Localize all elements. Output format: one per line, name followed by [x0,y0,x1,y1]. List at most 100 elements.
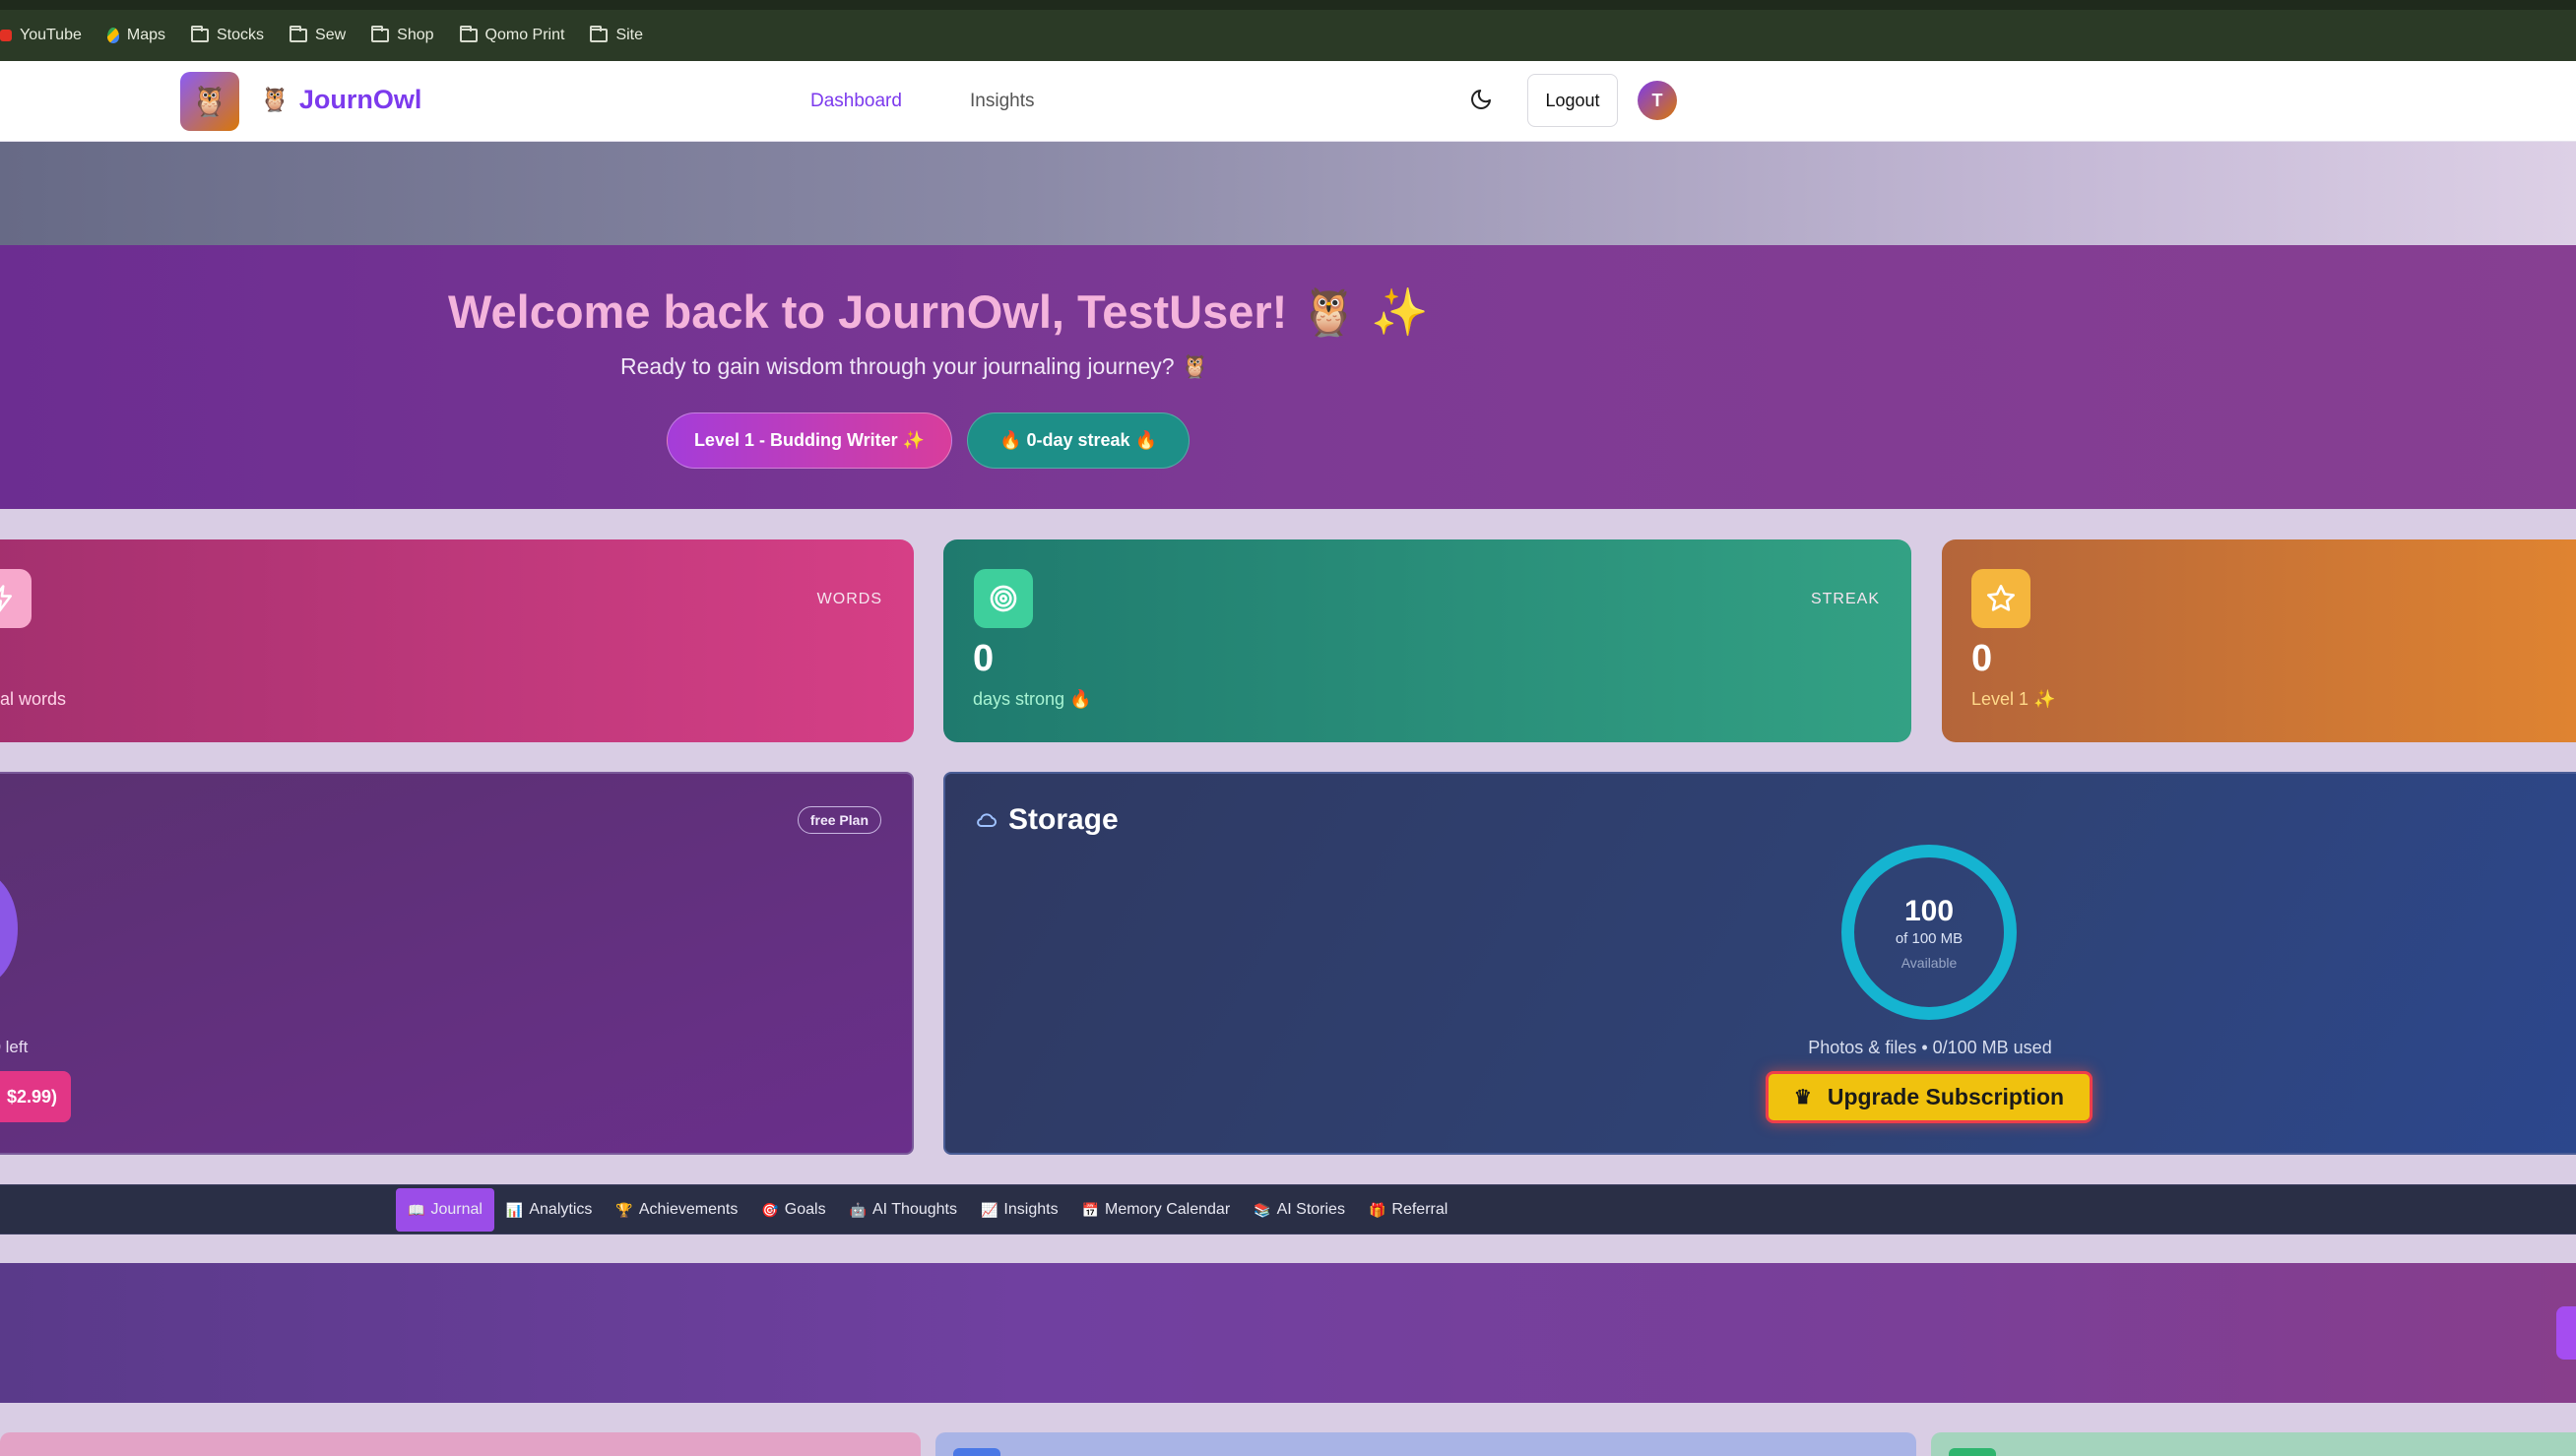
nav-dashboard[interactable]: Dashboard [810,91,902,112]
words-stat-card: WORDS al words [0,539,914,742]
stat-subtext: days strong 🔥 [973,689,1092,709]
folder-icon [459,26,478,42]
bookmark-shop[interactable]: Shop [371,26,434,44]
bookmark-label: Maps [126,27,165,43]
storage-donut: 100 of 100 MB Available [1841,845,2017,1020]
folder-icon [191,26,209,42]
folder-icon [371,26,390,42]
cloud-icon [977,813,998,828]
tab-referral[interactable]: 🎁 Referral [1357,1188,1459,1232]
tab-goals[interactable]: 🎯 Goals [749,1188,837,1232]
journal-banner [0,1263,2576,1403]
tab-label: Insights [1003,1201,1059,1218]
robot-icon: 🤖 [849,1201,867,1218]
books-icon: 📚 [1254,1201,1271,1218]
streak-badge: 🔥 0-day streak 🔥 [967,412,1190,469]
storage-total: of 100 MB [1895,929,1964,947]
tab-label: Referral [1391,1201,1449,1218]
plan-badge: free Plan [797,806,881,834]
calendar-icon: 📅 [1081,1201,1099,1218]
moon-icon[interactable] [1469,88,1493,111]
bookmark-label: Qomo Print [484,27,565,43]
bookmark-qomo-print[interactable]: Qomo Print [459,26,565,44]
bookmark-stocks[interactable]: Stocks [191,26,265,44]
stat-value: 0 [973,638,995,679]
stat-subtext: al words [0,689,67,709]
welcome-hero: Welcome back to JournOwl, TestUser! 🦉 ✨ … [0,245,2576,509]
dashboard-tabs: 📖 Journal 📊 Analytics 🏆 Achievements 🎯 Goals… [0,1184,2576,1234]
bookmark-youtube[interactable]: YouTube [0,27,82,44]
level-badge: Level 1 - Budding Writer ✨ [667,412,952,469]
bookmark-label: Site [615,27,644,43]
tab-ai-thoughts[interactable]: 🤖 AI Thoughts [838,1188,969,1232]
stat-label: STREAK [1810,591,1880,607]
upgrade-label: Upgrade Subscription [1827,1084,2065,1109]
bookmark-label: Shop [397,27,434,43]
bookmark-label: Stocks [217,27,265,43]
plan-card: free Plan 00 left $2.99) [0,772,914,1155]
tab-label: Achievements [638,1201,739,1218]
tab-label: Memory Calendar [1105,1201,1231,1218]
storage-header: Storage [975,803,1119,837]
logout-button[interactable]: Logout [1527,74,1618,127]
target-icon [974,569,1033,628]
gift-icon: 🎁 [1368,1201,1386,1218]
tab-label: Analytics [529,1201,593,1218]
avatar[interactable]: T [1638,81,1677,120]
storage-used-text: Photos & files • 0/100 MB used [1808,1038,2052,1057]
storage-card: Storage 100 of 100 MB Available Photos &… [943,772,2576,1155]
tab-analytics[interactable]: 📊 Analytics [494,1188,604,1232]
tab-journal[interactable]: 📖 Journal [396,1188,494,1232]
upgrade-subscription-button[interactable]: ♛ Upgrade Subscription [1766,1071,2093,1123]
book-icon: 📖 [408,1201,425,1218]
bookmark-site[interactable]: Site [590,26,644,44]
bottom-card-green [1931,1432,2576,1456]
streak-stat-card: STREAK 0 days strong 🔥 [943,539,1911,742]
plan-remaining: 00 left [0,1038,29,1056]
stat-label: WORDS [816,591,882,607]
hero-subtitle: Ready to gain wisdom through your journa… [620,353,1209,379]
chart-icon: 📊 [505,1201,524,1218]
banner-action-button[interactable] [2556,1306,2576,1360]
plan-upgrade-button[interactable]: $2.99) [0,1071,71,1122]
bookmark-label: Sew [315,27,347,43]
target-icon: 🎯 [761,1201,779,1218]
bookmark-sew[interactable]: Sew [290,26,347,44]
browser-top-strip [0,0,2576,10]
page-title: Welcome back to JournOwl, TestUser! 🦉 ✨ [448,285,1429,338]
star-icon [1971,569,2030,628]
brand-name: JournOwl [298,85,422,114]
tab-label: AI Stories [1276,1201,1345,1218]
bottom-card-blue [935,1432,1916,1456]
plan-usage-ring [0,872,18,985]
trend-icon: 📈 [980,1201,998,1218]
app-logo[interactable]: 🦉 [180,72,239,131]
tab-achievements[interactable]: 🏆 Achievements [604,1188,749,1232]
lightning-icon [0,569,32,628]
bookmarks-bar: YouTube Maps Stocks Sew Shop Qomo Print … [0,10,2576,61]
bookmark-maps[interactable]: Maps [106,27,165,44]
stat-subtext: Level 1 ✨ [1971,689,2056,709]
storage-available-value: 100 [1903,894,1955,927]
folder-icon [590,26,609,42]
level-stat-card: 0 Level 1 ✨ [1942,539,2576,742]
maps-icon [106,28,119,43]
bottom-card-pink [0,1432,921,1456]
folder-icon [290,26,308,42]
nav-insights[interactable]: Insights [970,91,1034,112]
tab-memory-calendar[interactable]: 📅 Memory Calendar [1070,1188,1243,1232]
storage-available-label: Available [1900,954,1958,971]
tab-label: AI Thoughts [872,1201,957,1218]
tab-ai-stories[interactable]: 📚 AI Stories [1242,1188,1357,1232]
bookmark-label: YouTube [20,27,82,43]
header-gradient-band [0,142,2576,245]
crown-icon: ♛ [1793,1087,1812,1108]
tab-insights[interactable]: 📈 Insights [969,1188,1070,1232]
tab-label: Journal [430,1201,483,1218]
trophy-icon: 🏆 [615,1201,633,1218]
stat-value: 0 [1971,638,1993,679]
app-header: 🦉 🦉 JournOwl Dashboard Insights Logout T [0,61,2576,142]
youtube-icon [0,30,12,41]
tab-label: Goals [784,1201,826,1218]
brand[interactable]: 🦉 JournOwl [260,85,421,115]
